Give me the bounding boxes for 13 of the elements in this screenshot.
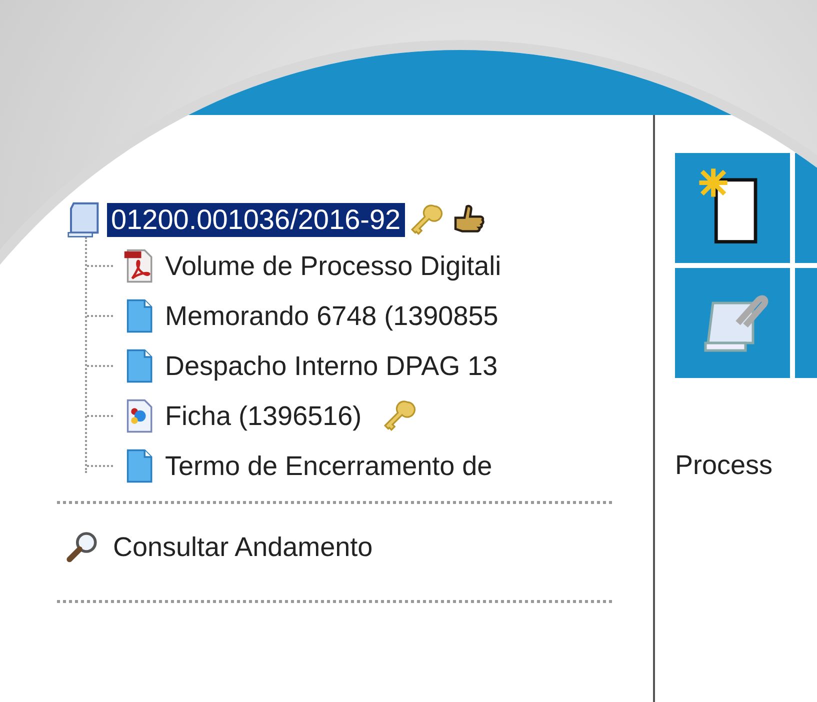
scroll-icon (65, 202, 101, 238)
section-heading: Process (675, 450, 774, 481)
key-icon (384, 399, 418, 433)
attach-document-button[interactable] (675, 268, 790, 378)
process-number[interactable]: 01200.001036/2016-92 (107, 203, 405, 237)
consult-progress-link[interactable]: Consultar Andamento (65, 522, 653, 572)
document-link[interactable]: Ficha (1396516) (165, 400, 362, 432)
key-icon (410, 203, 445, 237)
new-document-button[interactable] (675, 153, 790, 263)
document-link[interactable]: Termo de Encerramento de (165, 450, 492, 482)
document-link[interactable]: Despacho Interno DPAG 13 (165, 350, 498, 382)
document-link[interactable]: Memorando 6748 (1390855 (165, 300, 498, 332)
document-link[interactable]: Volume de Processo Digitali (165, 250, 502, 282)
